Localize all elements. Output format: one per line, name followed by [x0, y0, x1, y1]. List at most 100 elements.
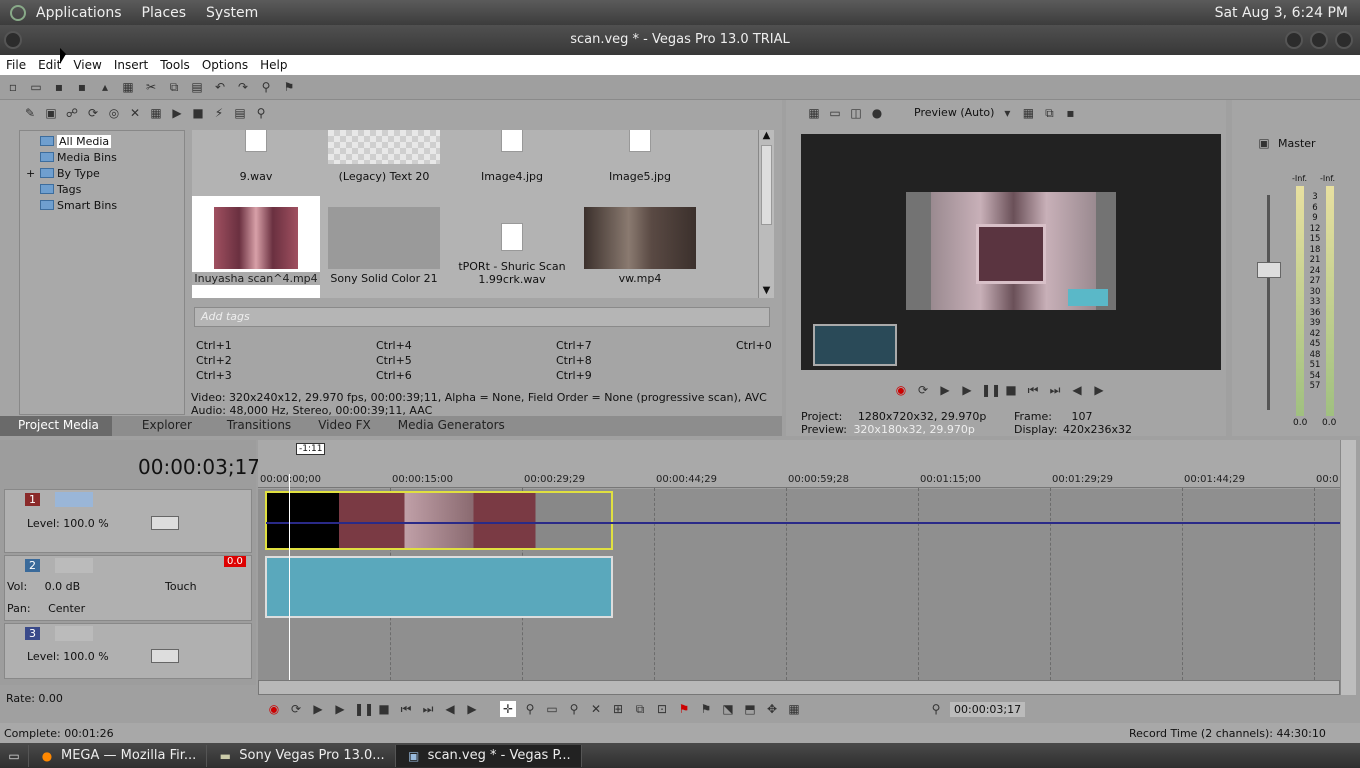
shortcut-slot[interactable]: Ctrl+7	[556, 339, 592, 352]
media-properties-icon[interactable]: ▦	[148, 105, 164, 121]
split-icon[interactable]: ⧉	[632, 701, 648, 717]
menu-tools[interactable]: Tools	[154, 58, 196, 72]
lock-icon[interactable]: ⊡	[654, 701, 670, 717]
stop-icon[interactable]: ■	[376, 701, 392, 717]
normal-edit-tool-icon[interactable]: ✛	[500, 701, 516, 717]
window-menu-button[interactable]	[4, 31, 22, 49]
next-frame-icon[interactable]: ▶	[1091, 382, 1107, 398]
auto-crossfade-icon[interactable]: ⬔	[720, 701, 736, 717]
media-item[interactable]: 9.wav	[192, 130, 320, 196]
maximize-button[interactable]	[1310, 31, 1328, 49]
media-item[interactable]: tPORt - Shuric Scan 1.99crk.wav	[448, 196, 576, 298]
media-item[interactable]: (Legacy) Text 20	[320, 130, 448, 196]
tab-project-media[interactable]: Project Media	[0, 416, 112, 436]
tree-item-by-type[interactable]: + By Type	[20, 165, 184, 181]
preview-properties-icon[interactable]: ▦	[806, 105, 822, 121]
undo-icon[interactable]: ↶	[211, 79, 229, 95]
play-icon[interactable]: ▶	[959, 382, 975, 398]
media-item-selected[interactable]: Inuyasha scan^4.mp4	[192, 196, 320, 298]
media-fx-icon[interactable]: ◎	[106, 105, 122, 121]
capture-icon[interactable]: ▣	[43, 105, 59, 121]
search-icon[interactable]: ⚲	[253, 105, 269, 121]
minimize-button[interactable]	[1285, 31, 1303, 49]
play-icon[interactable]: ▶	[332, 701, 348, 717]
chevron-down-icon[interactable]: ▾	[999, 105, 1015, 121]
menu-help[interactable]: Help	[254, 58, 293, 72]
system-menu[interactable]: System	[196, 5, 268, 21]
pause-icon[interactable]: ❚❚	[981, 382, 1001, 398]
trim-icon[interactable]: ⊞	[610, 701, 626, 717]
tab-media-generators[interactable]: Media Generators	[384, 416, 518, 436]
shortcut-slot[interactable]: Ctrl+3	[196, 369, 232, 382]
go-to-start-icon[interactable]: ⏮	[1025, 382, 1041, 398]
places-menu[interactable]: Places	[132, 5, 197, 21]
show-desktop-button[interactable]: ▭	[0, 744, 29, 767]
shortcut-slot[interactable]: Ctrl+5	[376, 354, 412, 367]
overlays-icon[interactable]: ▦	[1020, 105, 1036, 121]
shortcut-slot[interactable]: Ctrl+4	[376, 339, 412, 352]
shortcut-slot[interactable]: Ctrl+0	[736, 339, 772, 352]
menu-insert[interactable]: Insert	[108, 58, 154, 72]
tree-item-media-bins[interactable]: Media Bins	[20, 149, 184, 165]
previous-frame-icon[interactable]: ◀	[1069, 382, 1085, 398]
playhead-cursor[interactable]	[289, 474, 290, 680]
taskbar-item[interactable]: ● MEGA — Mozilla Fir...	[29, 744, 208, 767]
zoom-tool-icon[interactable]: ⚲	[566, 701, 582, 717]
video-fx-icon[interactable]: ●	[869, 105, 885, 121]
redo-icon[interactable]: ↷	[234, 79, 252, 95]
shortcut-slot[interactable]: Ctrl+8	[556, 354, 592, 367]
menu-file[interactable]: File	[0, 58, 32, 72]
media-item[interactable]: Image5.jpg	[576, 130, 704, 196]
previous-frame-icon[interactable]: ◀	[442, 701, 458, 717]
automation-mode[interactable]: Touch	[165, 580, 197, 593]
close-button[interactable]	[1335, 31, 1353, 49]
taskbar-item-active[interactable]: ▣ scan.veg * - Vegas P...	[395, 744, 582, 767]
track-2-audio[interactable]: 2 0.0 Vol: 0.0 dB Touch Pan: Center	[4, 555, 252, 621]
marker-icon[interactable]: ⚑	[676, 701, 692, 717]
scroll-down-icon[interactable]: ▼	[759, 285, 774, 296]
paste-icon[interactable]: ▤	[188, 79, 206, 95]
next-frame-icon[interactable]: ▶	[464, 701, 480, 717]
timeline-vertical-scrollbar[interactable]	[1340, 440, 1356, 695]
auto-ripple-icon[interactable]: ⚑	[280, 79, 298, 95]
enable-snapping-icon[interactable]: ⚲	[257, 79, 275, 95]
render-as-icon[interactable]: ▴	[96, 79, 114, 95]
record-icon[interactable]: ◉	[893, 382, 909, 398]
marker[interactable]: -1:11	[296, 443, 326, 455]
media-item[interactable]: Image4.jpg	[448, 130, 576, 196]
external-monitor-icon[interactable]: ▭	[827, 105, 843, 121]
tree-item-smart-bins[interactable]: Smart Bins	[20, 197, 184, 213]
track-3-video[interactable]: 3 Level: 100.0 %	[4, 623, 252, 679]
master-fader[interactable]	[1257, 262, 1281, 278]
menu-view[interactable]: View	[67, 58, 107, 72]
shortcut-slot[interactable]: Ctrl+9	[556, 369, 592, 382]
copy-icon[interactable]: ⧉	[165, 79, 183, 95]
play-from-start-icon[interactable]: ▶	[310, 701, 326, 717]
add-tags-field[interactable]: Add tags	[194, 307, 770, 327]
tab-video-fx[interactable]: Video FX	[304, 416, 384, 436]
expand-icon[interactable]: +	[26, 167, 35, 180]
timeline-horizontal-scrollbar[interactable]	[258, 680, 1340, 695]
track-name-field[interactable]	[55, 558, 93, 573]
tab-explorer[interactable]: Explorer	[112, 416, 205, 436]
shortcut-slot[interactable]: Ctrl+1	[196, 339, 232, 352]
refresh-icon[interactable]: ⟳	[85, 105, 101, 121]
import-media-icon[interactable]: ✎	[22, 105, 38, 121]
views-icon[interactable]: ▤	[232, 105, 248, 121]
pause-icon[interactable]: ❚❚	[354, 701, 374, 717]
envelope-tool-icon[interactable]: ⚲	[522, 701, 538, 717]
media-scrollbar[interactable]: ▲ ▼	[758, 130, 774, 298]
menu-options[interactable]: Options	[196, 58, 254, 72]
save-snapshot-icon[interactable]: ▪	[1062, 105, 1078, 121]
level-slider[interactable]	[151, 516, 179, 530]
remove-icon[interactable]: ✕	[127, 105, 143, 121]
scroll-thumb[interactable]	[761, 145, 772, 225]
preview-quality-select[interactable]: Preview (Auto)	[914, 106, 994, 119]
snapping-icon[interactable]: ⬒	[742, 701, 758, 717]
tree-item-tags[interactable]: Tags	[20, 181, 184, 197]
media-item[interactable]: vw.mp4	[576, 196, 704, 298]
lock-envelopes-icon[interactable]: ▦	[786, 701, 802, 717]
play-from-start-icon[interactable]: ▶	[937, 382, 953, 398]
track-name-field[interactable]	[55, 626, 93, 641]
shortcut-slot[interactable]: Ctrl+6	[376, 369, 412, 382]
